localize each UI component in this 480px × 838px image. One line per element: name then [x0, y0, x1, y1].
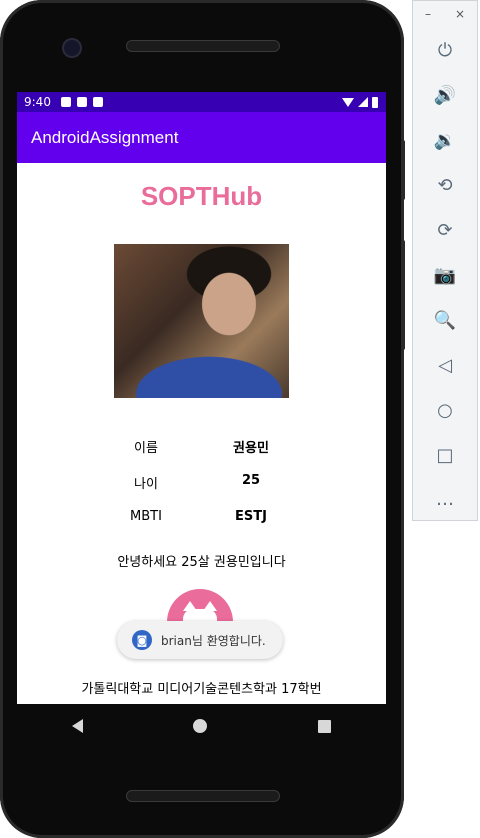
rotate-left-icon[interactable]: ⟲ [431, 171, 459, 199]
cell-signal-icon [358, 97, 368, 107]
home-icon[interactable]: ○ [431, 396, 459, 424]
overview-icon[interactable]: □ [431, 441, 459, 469]
status-bar: 9:40 [17, 92, 386, 112]
notification-a-icon [60, 97, 71, 107]
profile-photo [114, 244, 289, 398]
android-app-icon: ◙ [132, 630, 152, 650]
info-value: 권용민 [233, 441, 269, 456]
minimize-button[interactable]: – [425, 7, 431, 21]
close-button[interactable]: × [455, 7, 465, 21]
status-system-icons [342, 96, 378, 108]
camera-icon[interactable]: 📷 [431, 261, 459, 289]
bottom-speaker [126, 790, 280, 802]
emulator-window-controls: – × [413, 1, 477, 21]
welcome-toast: ◙ brian님 환영합니다. [117, 621, 283, 659]
info-value: ESTJ [235, 509, 267, 524]
navigation-bar [17, 704, 386, 748]
battery-icon [372, 96, 378, 108]
brand-title: SOPTHub [140, 181, 263, 211]
sd-card-icon [76, 97, 87, 107]
app-bar: AndroidAssignment [17, 112, 386, 163]
app-title: AndroidAssignment [31, 127, 179, 147]
back-icon[interactable] [72, 719, 84, 733]
power-icon[interactable]: ⏻ [431, 36, 459, 64]
info-label: 이름 [134, 441, 158, 456]
more-icon[interactable]: … [431, 485, 459, 513]
emulator-toolbar: – × ⏻ 🔊 🔉 ⟲ ⟳ 📷 🔍 ◁ ○ □ … [412, 0, 478, 521]
info-label: MBTI [130, 509, 162, 524]
hardware-power-button [401, 140, 405, 200]
volume-down-icon[interactable]: 🔉 [431, 126, 459, 154]
info-value: 25 [241, 473, 261, 488]
device-screen: 9:40 AndroidAssignment SOPTHub 이름 권용민 나이… [17, 92, 386, 704]
zoom-icon[interactable]: 🔍 [431, 306, 459, 334]
rotate-right-icon[interactable]: ⟳ [431, 216, 459, 244]
recents-icon[interactable] [317, 719, 331, 733]
front-camera [62, 38, 82, 58]
school-info-text: 가톨릭대학교 미디어기술콘텐츠학과 17학번 [81, 682, 322, 697]
profile-content: SOPTHub 이름 권용민 나이 25 MBTI ESTJ 안녕하세요 25살… [17, 163, 386, 704]
sync-icon [92, 97, 103, 107]
wifi-icon [342, 97, 354, 107]
info-row-age: 나이 25 [17, 473, 386, 493]
back-icon[interactable]: ◁ [431, 351, 459, 379]
volume-up-icon[interactable]: 🔊 [431, 81, 459, 109]
greeting-text: 안녕하세요 25살 권용민입니다 [117, 555, 286, 570]
info-row-name: 이름 권용민 [17, 437, 386, 457]
status-time: 9:40 [24, 95, 51, 109]
status-notification-icons [60, 97, 103, 107]
hardware-volume-button [401, 240, 405, 350]
info-row-mbti: MBTI ESTJ [17, 509, 386, 529]
home-icon[interactable] [193, 719, 208, 733]
earpiece-speaker [126, 40, 280, 52]
toast-text: brian님 환영합니다. [161, 633, 266, 648]
info-label: 나이 [134, 477, 158, 492]
